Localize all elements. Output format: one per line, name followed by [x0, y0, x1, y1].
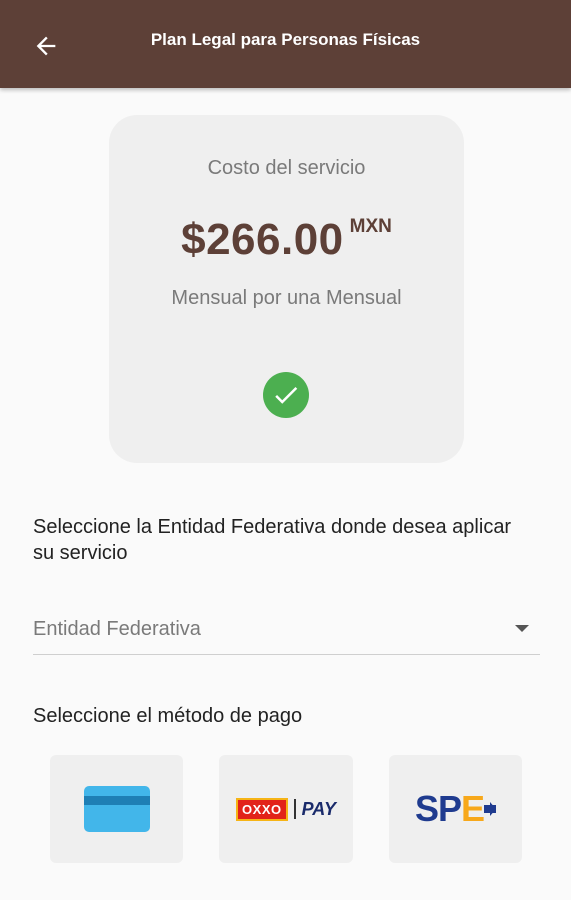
payment-option-spei[interactable]: SPE: [389, 755, 522, 863]
pay-wordmark: PAY: [301, 798, 336, 819]
spei-logo: SPE: [414, 788, 497, 830]
price-amount: $266.00: [181, 215, 344, 264]
logo-divider: [293, 799, 296, 819]
app-bar: Plan Legal para Personas Físicas: [0, 0, 571, 88]
entity-prompt: Seleccione la Entidad Federativa donde d…: [33, 516, 512, 564]
check-circle-icon: [263, 372, 309, 418]
credit-card-icon: [83, 786, 150, 832]
payment-method-label: Seleccione el método de pago: [33, 705, 303, 727]
oxxo-wordmark: OXXO: [236, 797, 288, 821]
page-title: Plan Legal para Personas Físicas: [150, 30, 421, 49]
entity-select[interactable]: Entidad Federativa: [33, 606, 540, 655]
billing-period: Mensual por una Mensual: [171, 287, 402, 309]
payment-option-oxxo[interactable]: OXXO PAY: [219, 755, 353, 863]
cost-label: Costo del servicio: [207, 157, 366, 179]
spei-arrow-icon: [484, 802, 497, 816]
price-currency: MXN: [349, 216, 392, 237]
entity-select-placeholder: Entidad Federativa: [33, 618, 201, 640]
payment-option-card[interactable]: [50, 755, 183, 863]
dropdown-arrow-icon: [515, 625, 529, 632]
price-card: Costo del servicio $266.00 MXN Mensual po…: [109, 115, 464, 463]
price-row: $266.00 MXN: [109, 215, 464, 265]
oxxo-pay-logo: OXXO PAY: [236, 796, 336, 822]
spei-wordmark: SPE: [414, 788, 485, 829]
